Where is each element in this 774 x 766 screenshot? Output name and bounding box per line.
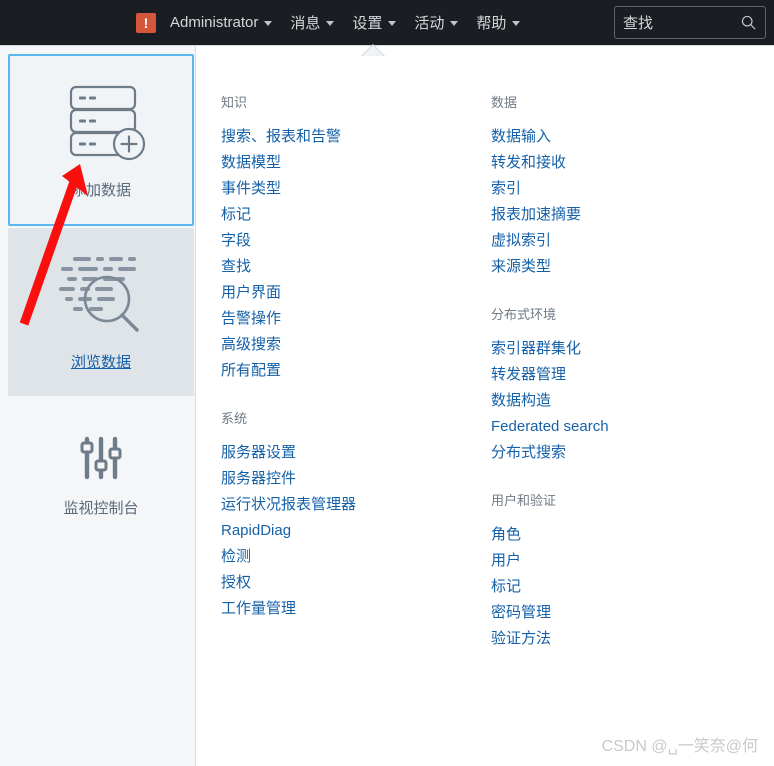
menu-item-searches-reports-alerts[interactable]: 搜索、报表和告警 [221, 124, 471, 150]
menu-item-tokens[interactable]: 标记 [491, 574, 751, 600]
menu-item-virtual-indexes[interactable]: 虚拟索引 [491, 228, 751, 254]
watermark: CSDN @␣一笑奈@何 [601, 738, 758, 755]
menu-column-right: 数据 数据输入 转发和接收 索引 报表加速摘要 虚拟索引 来源类型 分布式环境 … [491, 46, 751, 666]
app-root: ! Administrator 消息 设置 活动 帮助 查找 添加数据 浏览数据… [0, 0, 774, 766]
chevron-down-icon [512, 21, 521, 26]
nav-item-administrator[interactable]: Administrator [170, 14, 273, 31]
menu-item-all-configurations[interactable]: 所有配置 [221, 358, 471, 384]
menu-item-workload-management[interactable]: 工作量管理 [221, 596, 471, 622]
menu-group-distributed-environment: 分布式环境 索引器群集化 转发器管理 数据构造 Federated search… [491, 306, 751, 466]
chevron-down-icon [264, 21, 273, 26]
menu-item-password-management[interactable]: 密码管理 [491, 600, 751, 626]
menu-group-system: 系统 服务器设置 服务器控件 运行状况报表管理器 RapidDiag 检测 授权… [221, 410, 471, 622]
sidebar-tile-monitoring-console[interactable]: 监视控制台 [8, 396, 194, 556]
menu-item-authentication-methods[interactable]: 验证方法 [491, 626, 751, 652]
menu-item-rapiddiag[interactable]: RapidDiag [221, 518, 471, 544]
menu-item-data-models[interactable]: 数据模型 [221, 150, 471, 176]
chevron-down-icon [388, 21, 397, 26]
sidebar-tile-browse-data-label: 浏览数据 [70, 353, 131, 371]
add-data-icon [69, 85, 146, 160]
menu-group-users-authentication-title: 用户和验证 [491, 493, 557, 508]
menu-item-alert-actions[interactable]: 告警操作 [221, 306, 471, 332]
menu-item-indexer-clustering[interactable]: 索引器群集化 [491, 336, 751, 362]
menu-group-distributed-environment-title: 分布式环境 [491, 307, 557, 322]
nav-item-administrator-label: Administrator [170, 14, 259, 31]
menu-item-health-report-manager[interactable]: 运行状况报表管理器 [221, 492, 471, 518]
menu-item-users[interactable]: 用户 [491, 548, 751, 574]
search-input-value: 查找 [623, 15, 654, 32]
nav-item-messages[interactable]: 消息 [290, 12, 335, 33]
sidebar: 添加数据 浏览数据 监视控制台 [0, 46, 196, 766]
menu-item-data-inputs[interactable]: 数据输入 [491, 124, 751, 150]
menu-group-users-authentication: 用户和验证 角色 用户 标记 密码管理 验证方法 [491, 492, 751, 652]
sidebar-tile-add-data[interactable]: 添加数据 [8, 54, 194, 226]
chevron-down-icon [326, 21, 335, 26]
menu-item-server-settings[interactable]: 服务器设置 [221, 440, 471, 466]
menu-item-licensing[interactable]: 授权 [221, 570, 471, 596]
menu-group-data-title: 数据 [491, 95, 518, 110]
menu-item-data-fabric[interactable]: 数据构造 [491, 388, 751, 414]
sidebar-tile-browse-data[interactable]: 浏览数据 [8, 228, 194, 396]
browse-data-icon [59, 256, 139, 332]
menu-item-server-controls[interactable]: 服务器控件 [221, 466, 471, 492]
menu-item-distributed-search[interactable]: 分布式搜索 [491, 440, 751, 466]
menu-item-forwarding-receiving[interactable]: 转发和接收 [491, 150, 751, 176]
menu-item-roles[interactable]: 角色 [491, 522, 751, 548]
menu-item-report-acceleration[interactable]: 报表加速摘要 [491, 202, 751, 228]
alert-badge-icon[interactable]: ! [136, 12, 156, 33]
menu-group-system-title: 系统 [221, 411, 248, 426]
menu-item-user-interface[interactable]: 用户界面 [221, 280, 471, 306]
nav-item-activity[interactable]: 活动 [414, 12, 459, 33]
settings-dropdown-panel: 添加数据 浏览数据 监视控制台 知识 搜索、报表和告警 数据模型 事件类型 标记… [0, 45, 774, 766]
menu-group-data: 数据 数据输入 转发和接收 索引 报表加速摘要 虚拟索引 来源类型 [491, 94, 751, 280]
menu-group-knowledge: 知识 搜索、报表和告警 数据模型 事件类型 标记 字段 查找 用户界面 告警操作… [221, 94, 471, 384]
menu-item-lookups[interactable]: 查找 [221, 254, 471, 280]
menu-column-left: 知识 搜索、报表和告警 数据模型 事件类型 标记 字段 查找 用户界面 告警操作… [221, 46, 471, 636]
nav-item-activity-label: 活动 [414, 15, 445, 32]
menu-item-federated-search[interactable]: Federated search [491, 414, 751, 440]
menu-item-indexes[interactable]: 索引 [491, 176, 751, 202]
nav-item-settings-label: 设置 [352, 15, 383, 32]
menu-item-source-types[interactable]: 来源类型 [491, 254, 751, 280]
menu-item-fields[interactable]: 字段 [221, 228, 471, 254]
sidebar-tile-add-data-label: 添加数据 [70, 181, 131, 199]
nav-item-help-label: 帮助 [476, 15, 507, 32]
nav-item-messages-label: 消息 [290, 15, 321, 32]
top-nav-bar: ! Administrator 消息 设置 活动 帮助 查找 [0, 0, 774, 45]
search-input[interactable]: 查找 [614, 6, 766, 39]
menu-item-forwarder-management[interactable]: 转发器管理 [491, 362, 751, 388]
menu-item-advanced-search[interactable]: 高级搜索 [221, 332, 471, 358]
sidebar-tile-monitoring-console-label: 监视控制台 [63, 499, 139, 517]
dropdown-notch [362, 45, 384, 56]
nav-item-help[interactable]: 帮助 [476, 12, 521, 33]
menu-group-knowledge-title: 知识 [221, 95, 248, 110]
search-icon[interactable] [740, 14, 757, 31]
menu-item-instrumentation[interactable]: 检测 [221, 544, 471, 570]
menu-item-tags[interactable]: 标记 [221, 202, 471, 228]
nav-item-settings[interactable]: 设置 [352, 12, 397, 33]
menu-item-event-types[interactable]: 事件类型 [221, 176, 471, 202]
settings-menu-area: 知识 搜索、报表和告警 数据模型 事件类型 标记 字段 查找 用户界面 告警操作… [197, 46, 774, 766]
chevron-down-icon [450, 21, 459, 26]
monitoring-console-icon [80, 436, 122, 479]
